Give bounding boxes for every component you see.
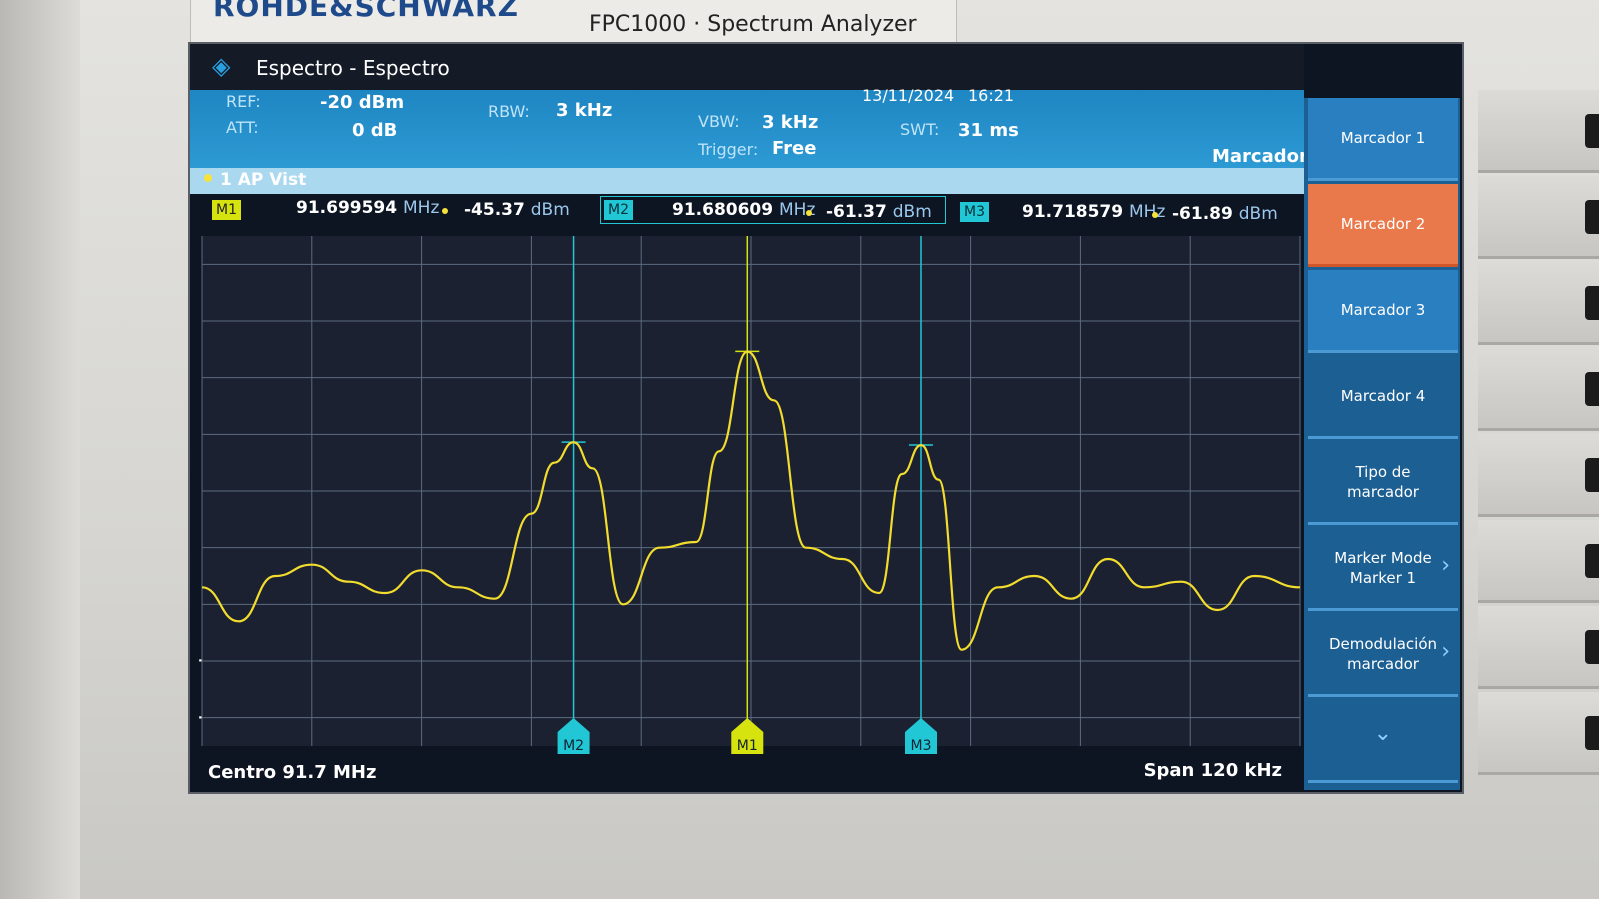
device-side bbox=[0, 0, 80, 899]
ref-label: REF: bbox=[226, 92, 261, 111]
m1-level-unit: dBm bbox=[530, 200, 570, 220]
softkey-label: Marcador 2 bbox=[1340, 215, 1426, 233]
date-text: 13/11/2024 bbox=[862, 86, 955, 105]
softkey-1[interactable]: Marcador 1 bbox=[1308, 98, 1458, 181]
softkey-7[interactable]: Demodulación marcador › bbox=[1308, 614, 1458, 697]
marker-flag-label: M2 bbox=[563, 738, 584, 754]
m2-dot-icon bbox=[806, 210, 812, 216]
rbw-value[interactable]: 3 kHz bbox=[556, 100, 612, 121]
chevron-down-icon: ⌄ bbox=[1373, 721, 1392, 746]
trigger-value[interactable]: Free bbox=[772, 138, 816, 159]
chevron-right-icon: › bbox=[1441, 553, 1450, 578]
softkey-panel: Marcador 1 Marcador 2 Marcador 3 Marcador 4… bbox=[1304, 98, 1460, 790]
trace-status-text: 1 AP Vist bbox=[220, 170, 307, 190]
vbw-value[interactable]: 3 kHz bbox=[762, 112, 818, 133]
m2-freq: 91.680609 bbox=[672, 200, 774, 220]
softkey-label: Tipo de marcador bbox=[1347, 463, 1419, 501]
m1-readout: 91.699594 MHz bbox=[296, 198, 439, 218]
hardware-key-7[interactable] bbox=[1478, 606, 1599, 689]
m1-tag[interactable]: M1 bbox=[212, 200, 241, 220]
m1-level-readout: -45.37 dBm bbox=[464, 200, 570, 220]
m2-level-readout: -61.37 dBm bbox=[826, 202, 932, 222]
settings-bar: REF: -20 dBm ATT: 0 dB RBW: 3 kHz VBW: 3… bbox=[190, 86, 1308, 211]
analyzer-screen: ◈ Espectro - Espectro REF: -20 dBm ATT: … bbox=[188, 42, 1464, 794]
m2-level-unit: dBm bbox=[892, 202, 932, 222]
softkey-2[interactable]: Marcador 2 bbox=[1308, 184, 1458, 267]
rs-diamond-icon: ◈ bbox=[212, 52, 231, 80]
m3-dot-icon bbox=[1152, 212, 1158, 218]
hardware-key-5[interactable] bbox=[1478, 434, 1599, 517]
spectrum-chart[interactable]: M1 M2 M3 bbox=[190, 226, 1304, 756]
softkey-3[interactable]: Marcador 3 bbox=[1308, 270, 1458, 353]
chevron-right-icon: › bbox=[1441, 639, 1450, 664]
marker-panel-title: Marcador bbox=[1212, 146, 1308, 167]
softkey-5[interactable]: Tipo de marcador bbox=[1308, 442, 1458, 525]
spectrum-plot[interactable]: -30.0-40.0-50.0-60.0-70.0-80.0-90.0-100.… bbox=[190, 226, 1304, 766]
mode-title: Espectro - Espectro bbox=[256, 56, 450, 80]
span-frequency[interactable]: Span 120 kHz bbox=[1144, 760, 1282, 781]
hardware-key-1[interactable] bbox=[1478, 90, 1599, 173]
model-label: FPC1000 · Spectrum Analyzer bbox=[589, 12, 917, 37]
m3-freq-unit: MHz bbox=[1129, 202, 1166, 222]
att-value[interactable]: 0 dB bbox=[352, 120, 397, 141]
softkey-label: Marker Mode Marker 1 bbox=[1334, 549, 1432, 587]
key-nub bbox=[1585, 630, 1599, 664]
trigger-label: Trigger: bbox=[698, 140, 759, 159]
m3-tag[interactable]: M3 bbox=[960, 202, 989, 222]
trace-dot-icon bbox=[204, 174, 212, 182]
trace-status-bar: 1 AP Vist bbox=[190, 168, 1304, 194]
att-label: ATT: bbox=[226, 118, 259, 137]
title-bar: ◈ Espectro - Espectro bbox=[190, 44, 1304, 90]
softkey-6[interactable]: Marker Mode Marker 1 › bbox=[1308, 528, 1458, 611]
m3-level-readout: -61.89 dBm bbox=[1172, 204, 1278, 224]
softkey-label: Demodulación marcador bbox=[1328, 635, 1438, 673]
key-nub bbox=[1585, 114, 1599, 148]
m1-freq: 91.699594 bbox=[296, 198, 398, 218]
hardware-key-6[interactable] bbox=[1478, 520, 1599, 603]
hardware-key-2[interactable] bbox=[1478, 176, 1599, 259]
m3-level: -61.89 bbox=[1172, 204, 1233, 224]
key-nub bbox=[1585, 544, 1599, 578]
key-nub bbox=[1585, 372, 1599, 406]
center-frequency[interactable]: Centro 91.7 MHz bbox=[208, 762, 376, 783]
hardware-key-3[interactable] bbox=[1478, 262, 1599, 345]
swt-label: SWT: bbox=[900, 120, 940, 139]
softkey-8[interactable]: ⌄ bbox=[1308, 700, 1458, 783]
softkey-label: Marcador 1 bbox=[1340, 129, 1426, 147]
m3-freq: 91.718579 bbox=[1022, 202, 1124, 222]
rbw-label: RBW: bbox=[488, 102, 530, 121]
softkey-4[interactable]: Marcador 4 bbox=[1308, 356, 1458, 439]
vbw-label: VBW: bbox=[698, 112, 740, 131]
brand-logo: ROHDE&SCHWARZ bbox=[213, 0, 519, 23]
m3-level-unit: dBm bbox=[1238, 204, 1278, 224]
m2-readout: 91.680609 MHz bbox=[672, 200, 815, 220]
softkey-label: Marcador 4 bbox=[1340, 387, 1426, 405]
marker-flag-label: M3 bbox=[910, 738, 931, 754]
m3-readout: 91.718579 MHz bbox=[1022, 202, 1165, 222]
hardware-key-8[interactable] bbox=[1478, 692, 1599, 775]
frequency-footer: Centro 91.7 MHz Span 120 kHz bbox=[190, 754, 1304, 790]
time-text: 16:21 bbox=[968, 86, 1015, 105]
swt-value[interactable]: 31 ms bbox=[958, 120, 1019, 141]
marker-readout-bar: M1 91.699594 MHz -45.37 dBm M2 91.680609… bbox=[204, 194, 1304, 226]
ref-value[interactable]: -20 dBm bbox=[320, 92, 404, 113]
m1-dot-icon bbox=[442, 208, 448, 214]
m2-tag[interactable]: M2 bbox=[604, 200, 633, 220]
hardware-key-4[interactable] bbox=[1478, 348, 1599, 431]
m1-freq-unit: MHz bbox=[403, 198, 440, 218]
key-nub bbox=[1585, 458, 1599, 492]
hardware-keys bbox=[1478, 90, 1599, 830]
softkey-label: Marcador 3 bbox=[1340, 301, 1426, 319]
marker-flag-label: M1 bbox=[737, 738, 758, 754]
key-nub bbox=[1585, 286, 1599, 320]
m2-level: -61.37 bbox=[826, 202, 887, 222]
m1-level: -45.37 bbox=[464, 200, 525, 220]
key-nub bbox=[1585, 200, 1599, 234]
key-nub bbox=[1585, 716, 1599, 750]
